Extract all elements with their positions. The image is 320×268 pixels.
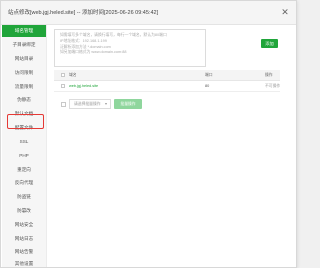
sidebar-item-redirect[interactable]: 重定向 — [2, 164, 46, 176]
sidebar-item-other-settings[interactable]: 其他设置 — [2, 260, 46, 267]
chevron-down-icon: ▾ — [104, 101, 107, 106]
sidebar-item-site-logs[interactable]: 网站日志 — [2, 233, 46, 245]
batch-select-placeholder: 请选择批量操作 — [74, 102, 101, 106]
domain-textarea[interactable]: 如需填写多个域名，请换行填写，每行一个域名，默认为80端口 IP地址格式：192… — [54, 29, 206, 67]
close-icon[interactable]: ✕ — [280, 7, 290, 17]
settings-sidebar: 域名管理 子目录绑定 网站目录 访问限制 流量限制 伪静态 默认文档 配置文件 … — [2, 25, 47, 267]
textarea-hint-line: 如另加端口格式为 www.domain.com:88 — [60, 50, 127, 55]
sidebar-item-site-alerts[interactable]: 网站告警 — [2, 246, 46, 258]
sidebar-item-hotlink-protection[interactable]: 防盗链 — [2, 191, 46, 203]
action-status: 不可操作 — [265, 84, 281, 88]
site-settings-dialog: 站点修改[web.jgj.heled.site] -- 添加时间[2025-06… — [0, 0, 297, 268]
domain-link[interactable]: web.jgj.heled.site — [69, 84, 98, 88]
sidebar-item-traffic-limit[interactable]: 流量限制 — [2, 81, 46, 93]
row-checkbox[interactable] — [61, 84, 65, 88]
batch-operation-button[interactable]: 批量操作 — [114, 99, 142, 109]
sidebar-item-access-restriction[interactable]: 访问限制 — [2, 67, 46, 79]
sidebar-item-tamper-protection[interactable]: 防篡改 — [2, 205, 46, 217]
table-header: 域名 端口 操作 — [54, 70, 280, 81]
column-header-port: 端口 — [205, 73, 213, 77]
sidebar-item-reverse-proxy[interactable]: 反向代理 — [2, 177, 46, 189]
select-all-checkbox[interactable] — [61, 73, 65, 77]
batch-operation-select[interactable]: 请选择批量操作 ▾ — [69, 99, 111, 109]
sidebar-item-ssl[interactable]: SSL — [2, 136, 46, 148]
add-domain-button[interactable]: 添加 — [261, 39, 278, 48]
domain-management-panel: 如需填写多个域名，请换行填写，每行一个域名，默认为80端口 IP地址格式：192… — [47, 25, 296, 267]
sidebar-item-php[interactable]: PHP — [2, 150, 46, 162]
sidebar-item-site-security[interactable]: 网站安全 — [2, 219, 46, 231]
sidebar-item-site-directory[interactable]: 网站目录 — [2, 53, 46, 65]
dialog-header: 站点修改[web.jgj.heled.site] -- 添加时间[2025-06… — [1, 1, 296, 25]
sidebar-item-rewrite[interactable]: 伪静态 — [2, 94, 46, 106]
table-row: web.jgj.heled.site 80 不可操作 — [54, 81, 280, 92]
column-header-action: 操作 — [265, 73, 273, 77]
port-value: 80 — [205, 84, 210, 88]
sidebar-item-subdirectory-binding[interactable]: 子目录绑定 — [2, 39, 46, 51]
batch-select-checkbox[interactable] — [61, 102, 66, 107]
sidebar-item-domain-management[interactable]: 域名管理 — [2, 25, 46, 37]
dialog-title: 站点修改[web.jgj.heled.site] -- 添加时间[2025-06… — [8, 10, 159, 16]
column-header-domain: 域名 — [69, 73, 77, 77]
config-file-highlight-box — [7, 114, 44, 129]
